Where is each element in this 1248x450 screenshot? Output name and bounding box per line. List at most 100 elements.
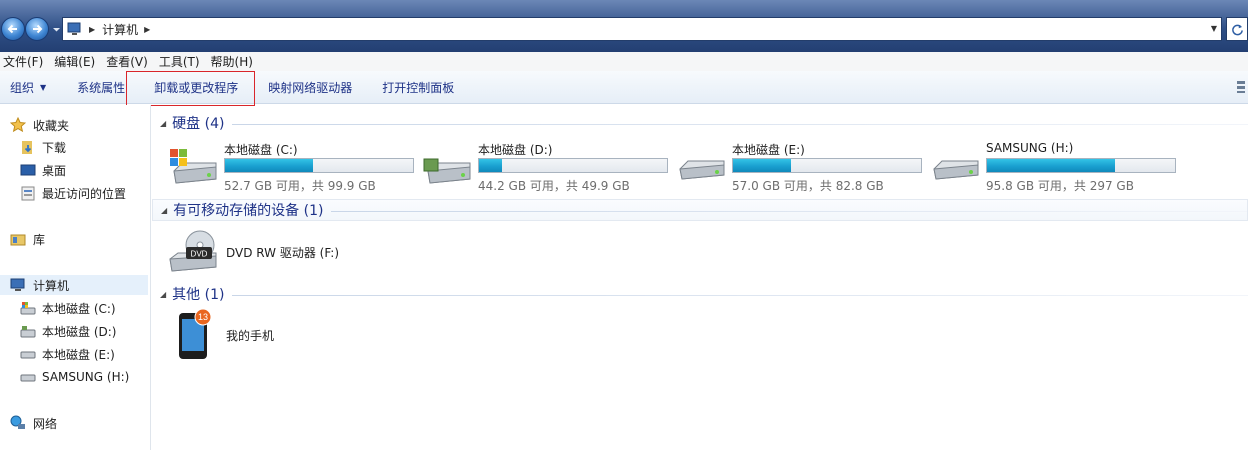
chevron-down-icon: ▼ <box>40 82 47 92</box>
group-header-removable[interactable]: ◢ 有可移动存储的设备 (1) <box>152 199 1248 221</box>
nav-drive-h-label: SAMSUNG (H:) <box>42 370 130 384</box>
address-dropdown-icon[interactable]: ▼ <box>1211 24 1217 33</box>
menu-view[interactable]: 查看(V) <box>103 53 156 70</box>
drive-h[interactable]: SAMSUNG (H:) 95.8 GB 可用，共 297 GB <box>930 141 1180 193</box>
drive-name: 本地磁盘 (D:) <box>478 143 553 157</box>
address-bar-area: ▶ 计算机 ▶ ▼ <box>0 0 1248 52</box>
nav-drive-h[interactable]: SAMSUNG (H:) <box>20 367 170 387</box>
drive-free-space: 52.7 GB 可用，共 99.9 GB <box>224 179 376 193</box>
phone-badge: 13 <box>198 312 208 322</box>
drive-free-space: 57.0 GB 可用，共 82.8 GB <box>732 179 884 193</box>
group-divider <box>331 210 1247 212</box>
nav-drive-d-label: 本地磁盘 (D:) <box>42 324 117 339</box>
system-drive-icon <box>20 300 36 316</box>
change-view-icon[interactable] <box>1236 80 1246 94</box>
uninstall-program-button[interactable]: 卸载或更改程序 <box>126 70 256 106</box>
breadcrumb-separator-icon[interactable]: ▶ <box>89 25 95 34</box>
external-drive-icon <box>20 369 36 385</box>
computer-icon <box>67 22 81 35</box>
group-divider <box>232 294 1248 296</box>
nav-libraries[interactable]: 库 <box>10 229 160 249</box>
nav-desktop-label: 桌面 <box>42 163 67 178</box>
content-pane: ◢ 硬盘 (4) 本地磁盘 (C:) 52.7 GB 可用，共 99.9 GB … <box>152 105 1248 450</box>
nav-drive-c[interactable]: 本地磁盘 (C:) <box>20 298 170 318</box>
dvd-drive-label: DVD RW 驱动器 (F:) <box>226 245 340 260</box>
menu-tools[interactable]: 工具(T) <box>156 53 208 70</box>
nav-computer-label: 计算机 <box>33 278 70 293</box>
drive-d[interactable]: 本地磁盘 (D:) 44.2 GB 可用，共 49.9 GB <box>422 141 672 193</box>
collapse-icon[interactable]: ◢ <box>160 119 166 128</box>
drive-usage-fill <box>733 159 792 172</box>
forward-arrow-icon <box>33 24 43 34</box>
my-phone[interactable]: 13 我的手机 <box>176 309 274 361</box>
local-drive-icon <box>20 346 36 362</box>
group-header-other[interactable]: ◢ 其他 (1) <box>152 283 1248 305</box>
nav-desktop[interactable]: 桌面 <box>20 160 170 180</box>
recent-pages-dropdown-icon[interactable] <box>52 25 61 34</box>
nav-network[interactable]: 网络 <box>10 413 160 433</box>
nav-downloads[interactable]: 下载 <box>20 137 170 157</box>
group-divider <box>232 123 1248 125</box>
open-control-panel-label: 打开控制面板 <box>382 80 455 95</box>
library-folder-icon <box>10 231 26 247</box>
nav-drive-e-label: 本地磁盘 (E:) <box>42 347 115 362</box>
forward-button[interactable] <box>25 17 49 41</box>
back-arrow-icon <box>7 24 17 34</box>
computer-icon <box>10 277 26 293</box>
my-phone-label: 我的手机 <box>226 328 275 343</box>
drive-c[interactable]: 本地磁盘 (C:) 52.7 GB 可用，共 99.9 GB <box>168 141 418 193</box>
local-drive-icon <box>20 323 36 339</box>
menu-file[interactable]: 文件(F) <box>0 53 51 70</box>
drive-name: SAMSUNG (H:) <box>986 141 1074 155</box>
command-bar: 组织 ▼ 系统属性 卸载或更改程序 映射网络驱动器 打开控制面板 <box>0 70 1248 106</box>
star-icon <box>10 117 26 133</box>
drive-usage-bar <box>478 158 668 173</box>
dvd-drive-icon: DVD <box>169 230 217 272</box>
drive-usage-fill <box>225 159 314 172</box>
navigation-pane: 收藏夹 下载 桌面 最近访问的位置 库 计算机 本地磁盘 (C:) 本地磁盘 (… <box>0 105 151 450</box>
recent-places-icon <box>20 185 36 201</box>
network-icon <box>10 415 26 431</box>
nav-recent-places[interactable]: 最近访问的位置 <box>20 183 170 203</box>
group-title: 有可移动存储的设备 (1) <box>173 203 324 219</box>
nav-network-label: 网络 <box>33 416 58 431</box>
drive-free-space: 95.8 GB 可用，共 297 GB <box>986 179 1134 193</box>
nav-recent-places-label: 最近访问的位置 <box>42 186 127 201</box>
group-title: 硬盘 (4) <box>172 116 225 132</box>
nav-computer[interactable]: 计算机 <box>0 275 148 295</box>
refresh-icon <box>1231 24 1243 35</box>
nav-favorites-label: 收藏夹 <box>33 118 70 133</box>
system-properties-label: 系统属性 <box>77 80 126 95</box>
collapse-icon[interactable]: ◢ <box>161 206 167 215</box>
menu-edit[interactable]: 编辑(E) <box>51 53 103 70</box>
collapse-icon[interactable]: ◢ <box>160 290 166 299</box>
breadcrumb-computer[interactable]: 计算机 <box>102 21 138 38</box>
menu-bar: 文件(F) 编辑(E) 查看(V) 工具(T) 帮助(H) <box>0 52 1248 71</box>
drive-usage-bar <box>224 158 414 173</box>
group-header-hard-disks[interactable]: ◢ 硬盘 (4) <box>152 112 1248 134</box>
drive-e[interactable]: 本地磁盘 (E:) 57.0 GB 可用，共 82.8 GB <box>676 141 926 193</box>
drive-name: 本地磁盘 (E:) <box>732 143 805 157</box>
nav-drive-e[interactable]: 本地磁盘 (E:) <box>20 344 170 364</box>
address-field[interactable]: ▶ 计算机 ▶ ▼ <box>62 17 1222 41</box>
drive-usage-fill <box>479 159 502 172</box>
nav-libraries-label: 库 <box>33 232 46 247</box>
open-control-panel-button[interactable]: 打开控制面板 <box>366 71 468 104</box>
external-drive-icon <box>933 160 979 180</box>
dvd-badge: DVD <box>191 250 208 259</box>
nav-downloads-label: 下载 <box>42 140 67 155</box>
drive-free-space: 44.2 GB 可用，共 49.9 GB <box>478 179 630 193</box>
desktop-icon <box>20 162 36 178</box>
dvd-drive[interactable]: DVD DVD RW 驱动器 (F:) <box>168 229 339 275</box>
refresh-button[interactable] <box>1226 17 1248 41</box>
back-button[interactable] <box>1 17 25 41</box>
organize-button[interactable]: 组织 ▼ <box>0 71 60 104</box>
menu-help[interactable]: 帮助(H) <box>208 53 261 70</box>
uninstall-program-label: 卸载或更改程序 <box>154 80 239 95</box>
nav-drive-d[interactable]: 本地磁盘 (D:) <box>20 321 170 341</box>
map-network-drive-button[interactable]: 映射网络驱动器 <box>252 71 366 104</box>
breadcrumb-separator-icon[interactable]: ▶ <box>144 25 150 34</box>
drive-name: 本地磁盘 (C:) <box>224 143 298 157</box>
phone-icon: 13 <box>179 309 212 359</box>
nav-favorites[interactable]: 收藏夹 <box>10 115 160 135</box>
